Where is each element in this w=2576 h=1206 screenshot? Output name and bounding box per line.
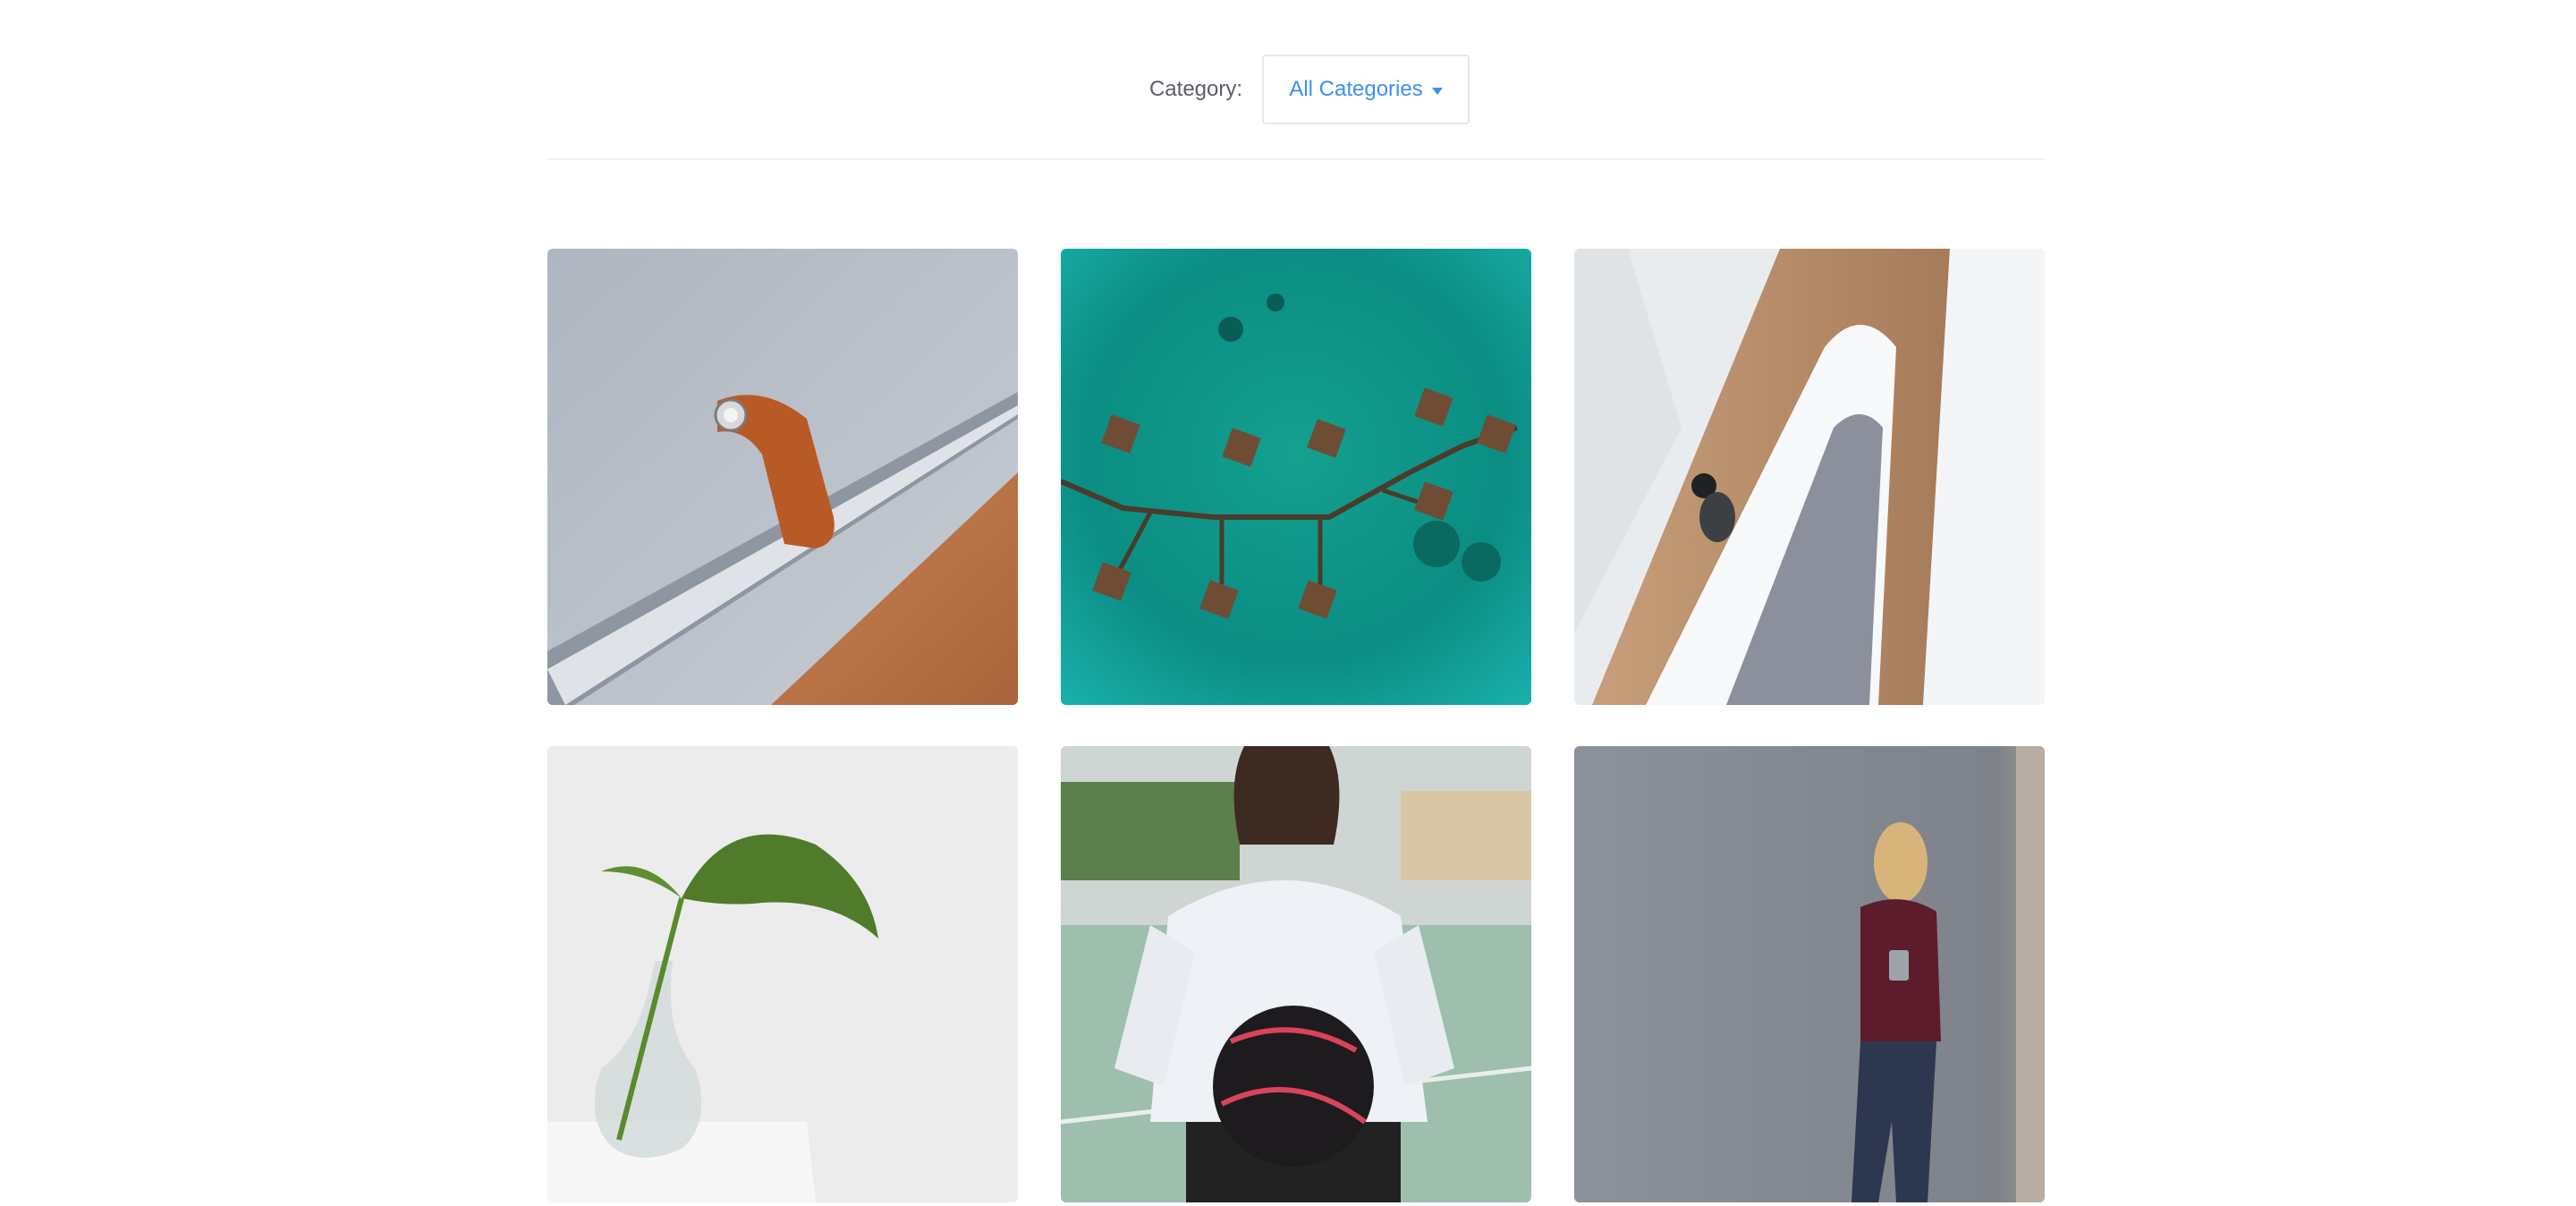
gallery-item-monstera-vase[interactable]	[547, 746, 1018, 1202]
category-filter-bar: Category: All Categories	[0, 54, 2576, 125]
woman-wall-photo	[1574, 746, 2045, 1202]
category-select-value: All Categories	[1289, 77, 1423, 101]
image-gallery	[547, 249, 2045, 1202]
divider	[547, 158, 2045, 160]
monstera-vase-photo	[547, 746, 1018, 1202]
category-label: Category:	[1148, 77, 1243, 101]
basketball-player-photo	[1061, 746, 1531, 1202]
gallery-item-aerial-bungalows[interactable]	[1061, 249, 1531, 705]
felt-sleeve-photo	[547, 249, 1018, 705]
page: Category: All Categories	[0, 0, 2576, 1206]
gallery-item-basketball-player[interactable]	[1061, 746, 1531, 1202]
gallery-item-felt-sleeve[interactable]	[547, 249, 1018, 705]
gallery-item-staircase[interactable]	[1574, 249, 2045, 705]
caret-down-icon	[1431, 88, 1443, 95]
aerial-bungalows-photo	[1061, 249, 1531, 705]
gallery-item-woman-wall[interactable]	[1574, 746, 2045, 1202]
category-select[interactable]: All Categories	[1262, 55, 1470, 124]
staircase-photo	[1574, 249, 2045, 705]
